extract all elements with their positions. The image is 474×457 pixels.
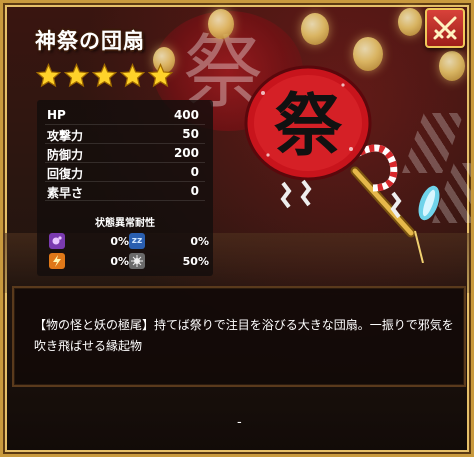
stat-label: 回復力	[47, 167, 84, 181]
close-button[interactable]	[425, 8, 465, 48]
stat-value: 50	[182, 127, 199, 141]
star-icon	[120, 63, 145, 88]
star-icon	[64, 63, 89, 88]
stun-icon	[129, 253, 145, 269]
stat-label: 防御力	[47, 148, 84, 162]
paralysis-icon	[49, 253, 65, 269]
resistance-poison: 0%	[49, 233, 129, 251]
stat-value: 400	[173, 108, 199, 122]
divider	[45, 200, 205, 201]
poison-icon	[49, 233, 65, 249]
stats-panel: 状態異常耐性 0% zz 0% 0% 50% HP 400 攻撃力 50 防御力 200 回…	[37, 100, 213, 276]
uchiwa-fan-icon: 祭	[243, 63, 443, 264]
resistance-header: 状態異常耐性	[95, 218, 155, 229]
svg-text:祭: 祭	[274, 86, 343, 166]
resistance-stun: 50%	[129, 253, 209, 271]
star-icon	[36, 63, 61, 88]
stat-row: 素早さ 0	[37, 182, 213, 201]
stat-value: 200	[173, 146, 199, 160]
description-box: 【物の怪と妖の極尾】持てば祭りで注目を浴びる大きな団扇。一振りで邪気を吹き飛ばせ…	[12, 286, 466, 387]
lantern-icon	[398, 8, 422, 36]
resistance-value: 0%	[190, 235, 209, 248]
stat-label: 攻撃力	[47, 129, 84, 143]
resistance-value: 50%	[182, 255, 209, 268]
item-detail-window: 祭 神祭の団扇 状態異常耐性 0% zz 0% 0% 50% HP 400 攻撃…	[0, 0, 474, 457]
lantern-icon	[301, 13, 329, 45]
stat-label: HP	[47, 108, 66, 122]
star-icon	[148, 63, 173, 88]
stat-row: 攻撃力 50	[37, 125, 213, 144]
footer-text: -	[237, 415, 242, 430]
stat-row: HP 400	[37, 106, 213, 125]
resistance-paralysis: 0%	[49, 253, 129, 271]
stat-label: 素早さ	[47, 186, 84, 200]
lantern-icon	[208, 9, 234, 39]
stat-value: 0	[190, 165, 199, 179]
rarity-stars	[36, 63, 173, 88]
resistance-value: 0%	[110, 255, 129, 268]
resistance-sleep: zz 0%	[129, 233, 209, 251]
item-name: 神祭の団扇	[35, 29, 145, 53]
stat-value: 0	[190, 184, 199, 198]
stat-row: 回復力 0	[37, 163, 213, 182]
resistance-value: 0%	[110, 235, 129, 248]
stat-row: 防御力 200	[37, 144, 213, 163]
star-icon	[92, 63, 117, 88]
crossed-swords-icon	[433, 16, 457, 40]
item-description: 【物の怪と妖の極尾】持てば祭りで注目を浴びる大きな団扇。一振りで邪気を吹き飛ばせ…	[34, 318, 454, 353]
sleep-icon: zz	[129, 233, 145, 249]
